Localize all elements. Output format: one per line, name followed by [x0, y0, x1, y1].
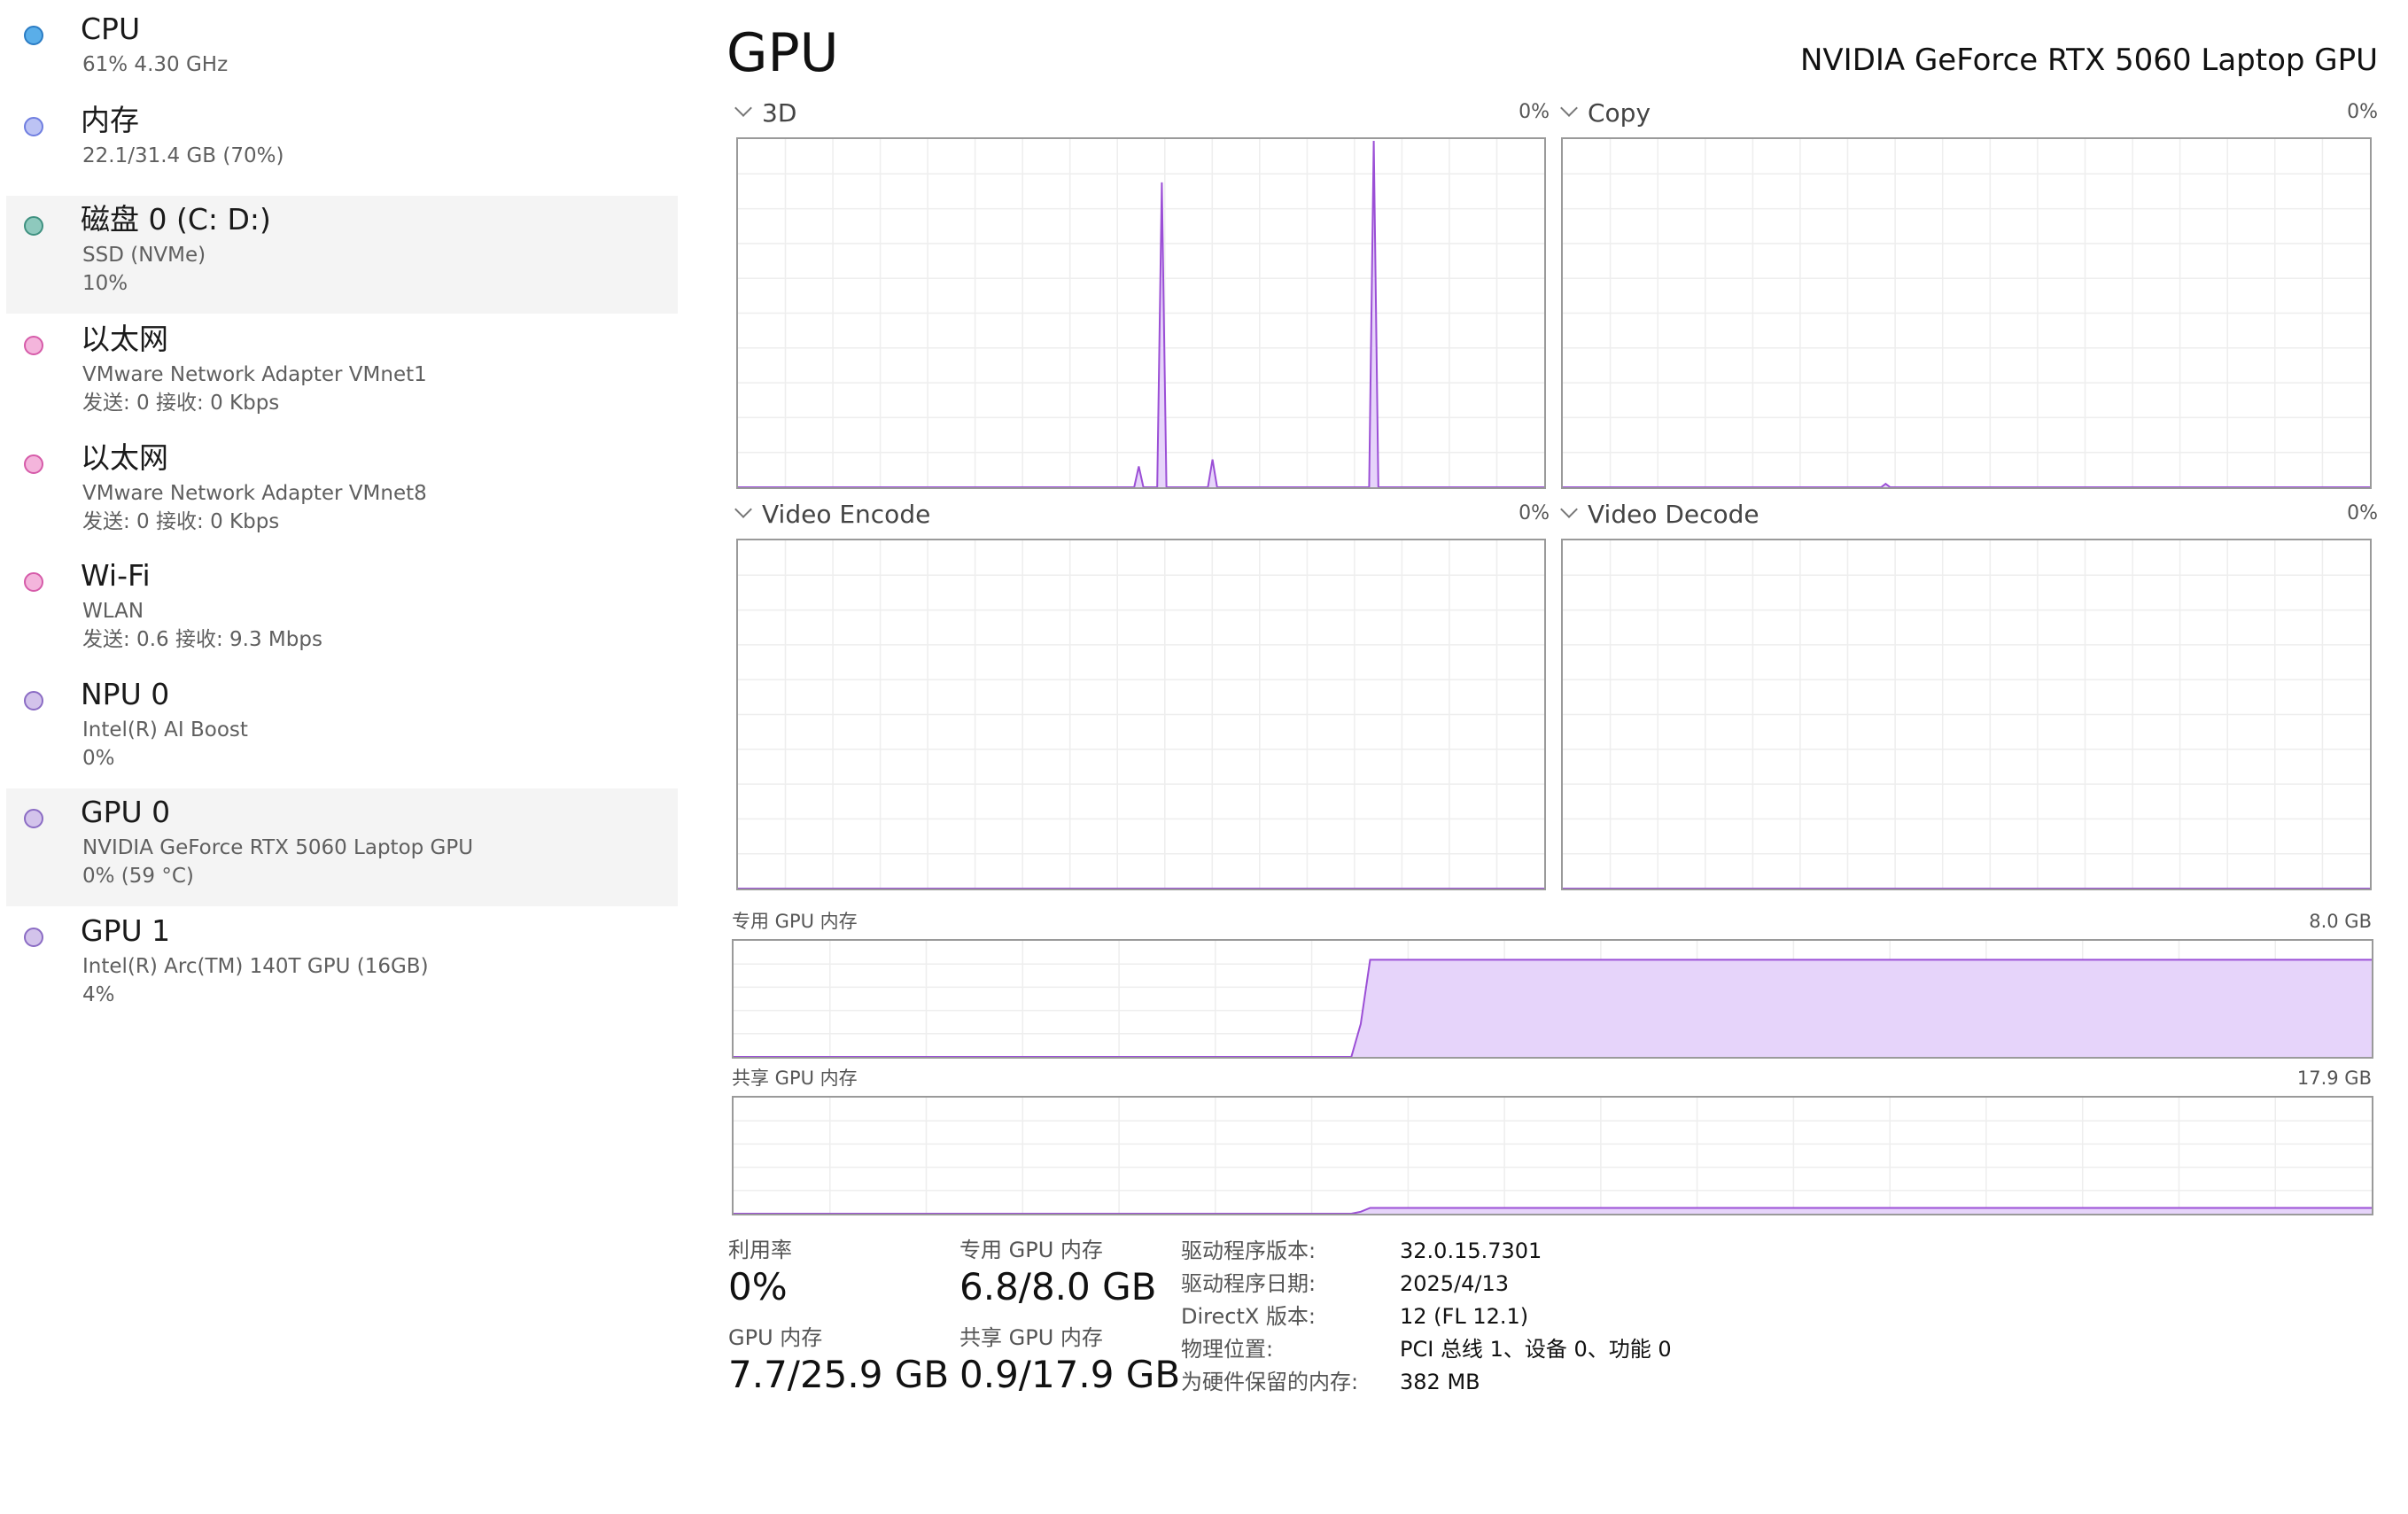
npu-color-dot [24, 691, 43, 710]
graph-copy-label: Copy [1588, 98, 1651, 128]
gpu-device-name: NVIDIA GeForce RTX 5060 Laptop GPU [1799, 43, 2378, 78]
sidebar-item-name: 内存 [81, 103, 139, 137]
dedicated-memory-label: 专用 GPU 内存 [732, 911, 858, 932]
sidebar-item-detail: NVIDIA GeForce RTX 5060 Laptop GPU [82, 836, 474, 859]
sidebar-item-name: 以太网 [81, 322, 168, 356]
driver-version-value: 32.0.15.7301 [1400, 1238, 1542, 1263]
hardware-reserved-memory-label: 为硬件保留的内存: [1181, 1370, 1359, 1394]
utilization-label: 利用率 [728, 1238, 792, 1262]
memory-color-dot [24, 117, 43, 136]
sidebar-item-detail2: 发送: 0 接收: 0 Kbps [82, 392, 280, 415]
sidebar-item-detail: Intel(R) Arc(TM) 140T GPU (16GB) [82, 955, 429, 978]
sidebar-item-ethernet-vmnet1[interactable]: 以太网 VMware Network Adapter VMnet1 发送: 0 … [6, 315, 678, 433]
graph-copy [1561, 137, 2372, 489]
graph-shared-memory [732, 1096, 2373, 1215]
dedicated-memory-stat-value: 6.8/8.0 GB [959, 1265, 1157, 1308]
series-area [738, 141, 1544, 487]
sidebar-item-name: GPU 1 [81, 913, 171, 948]
sidebar-item-detail2: 0% [82, 747, 115, 770]
physical-location-value: PCI 总线 1、设备 0、功能 0 [1400, 1337, 1672, 1362]
graph-dedicated-memory-svg [734, 941, 2372, 1057]
graph-3d-percent: 0% [1519, 101, 1550, 123]
series-line [1563, 482, 2370, 487]
sidebar-item-name: NPU 0 [81, 677, 170, 711]
sidebar-item-gpu-1[interactable]: GPU 1 Intel(R) Arc(TM) 140T GPU (16GB) 4… [6, 907, 678, 1025]
graph-video-decode-label: Video Decode [1588, 500, 1759, 529]
driver-date-value: 2025/4/13 [1400, 1271, 1510, 1296]
sidebar-item-detail: 22.1/31.4 GB (70%) [82, 144, 284, 167]
graph-dedicated-memory [732, 939, 2373, 1059]
graph-video-encode [736, 539, 1546, 890]
sidebar-item-detail2: 10% [82, 272, 128, 295]
driver-version-label: 驱动程序版本: [1181, 1238, 1317, 1263]
chevron-down-icon [734, 501, 752, 518]
sidebar-item-name: Wi-Fi [81, 558, 151, 593]
sidebar-item-disk-0[interactable]: 磁盘 0 (C: D:) SSD (NVMe) 10% [6, 196, 678, 314]
sidebar-item-name: GPU 0 [81, 795, 171, 829]
shared-memory-stat-value: 0.9/17.9 GB [959, 1353, 1181, 1396]
page-title: GPU [726, 22, 839, 84]
graph-3d-selector[interactable]: 3D [732, 97, 796, 129]
graph-3d-label: 3D [762, 98, 797, 128]
graph-video-decode [1561, 539, 2372, 890]
graph-copy-selector[interactable]: Copy [1557, 97, 1651, 129]
graph-video-decode-percent: 0% [2347, 502, 2378, 524]
graph-video-decode-svg [1563, 540, 2370, 889]
physical-location-label: 物理位置: [1181, 1337, 1274, 1362]
shared-memory-label: 共享 GPU 内存 [732, 1068, 858, 1089]
gpu-color-dot [24, 809, 43, 828]
directx-version-label: DirectX 版本: [1181, 1304, 1317, 1329]
disk-color-dot [24, 216, 43, 236]
directx-version-value: 12 (FL 12.1) [1400, 1304, 1529, 1329]
series-line [738, 140, 1544, 487]
graph-video-encode-selector[interactable]: Video Encode [732, 499, 930, 531]
dedicated-memory-max: 8.0 GB [2309, 911, 2372, 932]
sidebar-item-detail: VMware Network Adapter VMnet1 [82, 363, 427, 386]
chevron-down-icon [1560, 99, 1578, 117]
sidebar-item-detail: WLAN [82, 600, 144, 623]
sidebar-item-wifi[interactable]: Wi-Fi WLAN 发送: 0.6 接收: 9.3 Mbps [6, 552, 678, 670]
sidebar-item-name: CPU [81, 12, 141, 46]
sidebar-item-detail: VMware Network Adapter VMnet8 [82, 482, 427, 505]
gpu-memory-label: GPU 内存 [728, 1325, 823, 1350]
sidebar-item-detail: SSD (NVMe) [82, 244, 206, 267]
gpu-memory-value: 7.7/25.9 GB [728, 1353, 950, 1396]
sidebar-item-detail2: 4% [82, 983, 115, 1006]
shared-memory-stat-label: 共享 GPU 内存 [959, 1325, 1103, 1350]
utilization-value: 0% [728, 1265, 788, 1308]
sidebar-item-detail2: 0% (59 °C) [82, 865, 194, 888]
ethernet-color-dot [24, 454, 43, 474]
gpu-color-dot [24, 928, 43, 947]
graph-3d-svg [738, 139, 1544, 487]
shared-memory-max: 17.9 GB [2296, 1068, 2372, 1089]
chevron-down-icon [1560, 501, 1578, 518]
dedicated-memory-stat-label: 专用 GPU 内存 [959, 1238, 1103, 1262]
graph-video-encode-label: Video Encode [762, 500, 931, 529]
sidebar-item-detail2: 发送: 0 接收: 0 Kbps [82, 510, 280, 533]
driver-date-label: 驱动程序日期: [1181, 1271, 1317, 1296]
sidebar-item-gpu-0[interactable]: GPU 0 NVIDIA GeForce RTX 5060 Laptop GPU… [6, 788, 678, 906]
sidebar-item-detail: 61% 4.30 GHz [82, 53, 229, 76]
sidebar-item-npu-0[interactable]: NPU 0 Intel(R) AI Boost 0% [6, 671, 678, 788]
cpu-color-dot [24, 26, 43, 45]
graph-shared-memory-svg [734, 1098, 2372, 1214]
graph-video-decode-selector[interactable]: Video Decode [1557, 499, 1759, 531]
device-sidebar: CPU 61% 4.30 GHz 内存 22.1/31.4 GB (70%) 磁… [0, 0, 682, 1514]
sidebar-item-detail2: 发送: 0.6 接收: 9.3 Mbps [82, 628, 322, 651]
ethernet-color-dot [24, 336, 43, 355]
sidebar-item-detail: Intel(R) AI Boost [82, 718, 248, 741]
sidebar-item-name: 以太网 [81, 440, 168, 475]
sidebar-item-ethernet-vmnet8[interactable]: 以太网 VMware Network Adapter VMnet8 发送: 0 … [6, 434, 678, 552]
graph-copy-percent: 0% [2347, 101, 2378, 123]
chevron-down-icon [734, 99, 752, 117]
series-area [734, 959, 2372, 1057]
wifi-color-dot [24, 572, 43, 592]
hardware-reserved-memory-value: 382 MB [1400, 1370, 1480, 1394]
graph-video-encode-percent: 0% [1519, 502, 1550, 524]
graph-copy-svg [1563, 139, 2370, 487]
graph-video-encode-svg [738, 540, 1544, 889]
sidebar-item-name: 磁盘 0 (C: D:) [81, 202, 271, 237]
graph-3d [736, 137, 1546, 489]
